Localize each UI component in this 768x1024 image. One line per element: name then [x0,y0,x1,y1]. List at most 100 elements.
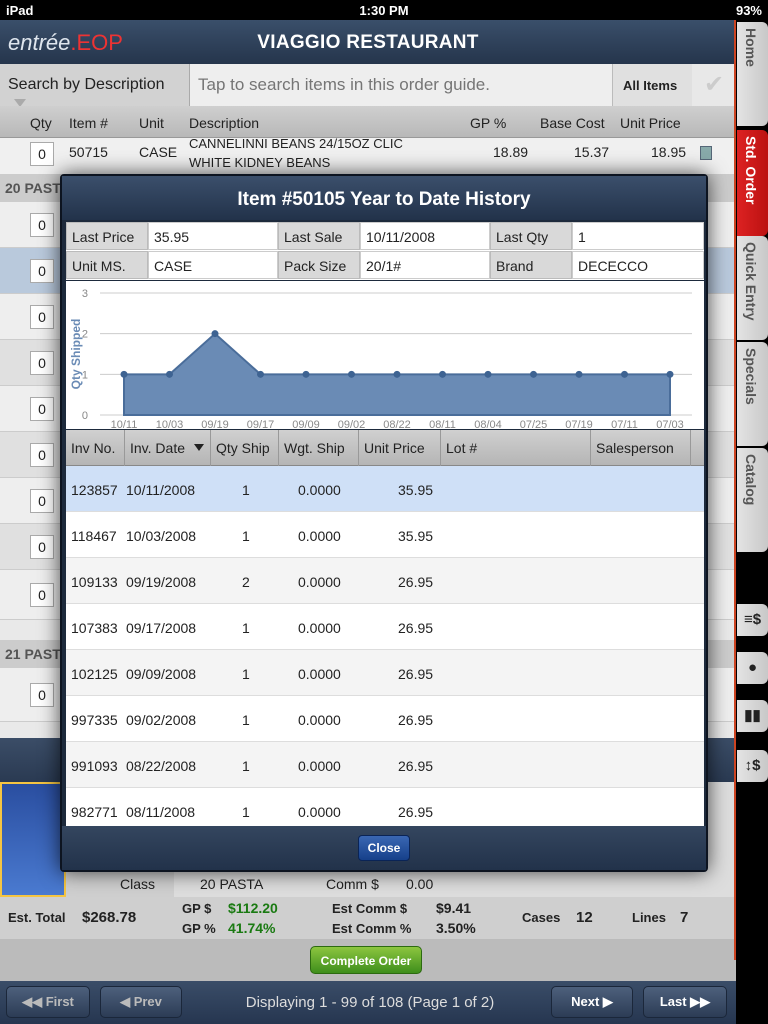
notes-icon[interactable] [700,146,712,160]
fast-forward-icon: ▶▶ [690,994,711,1009]
col-description[interactable]: Description [189,115,259,131]
col-unit-price[interactable]: Unit Price [364,440,425,456]
qty-ship-cell: 1 [242,712,250,728]
last-page-button[interactable]: Last ▶▶ [643,986,727,1018]
tab-std-order[interactable]: Std. Order [737,130,768,236]
wgt-ship-cell: 0.0000 [298,712,341,728]
col-inv-no[interactable]: Inv No. [71,440,115,456]
data-point [393,370,401,378]
col-item[interactable]: Item # [69,115,108,131]
table-row[interactable]: 991093 08/22/2008 1 0.0000 26.95 [66,742,704,788]
clock-icon[interactable]: ● [737,652,768,684]
qty-input[interactable]: 0 [30,489,54,513]
brand-value: DECECCO [572,251,704,279]
item-number: 50715 [69,144,108,160]
search-by-dropdown[interactable]: Search by Description [0,64,190,107]
chevron-right-icon: ▶ [602,994,613,1009]
col-gp[interactable]: GP % [470,115,506,131]
gp-dollar-value: $112.20 [228,900,278,916]
next-page-button[interactable]: Next ▶ [551,986,633,1018]
check-icon[interactable]: ✔ [692,64,736,106]
qty-input[interactable]: 0 [30,397,54,421]
col-qty[interactable]: Qty [30,115,52,131]
lines-value: 7 [680,909,689,926]
qty-input[interactable]: 0 [30,443,54,467]
all-items-filter[interactable]: All Items [612,64,692,106]
unit-price-cell: 26.95 [398,804,434,820]
col-inv-date[interactable]: Inv. Date [130,440,185,456]
tab-home[interactable]: Home [737,22,768,126]
col-unit[interactable]: Unit [139,115,164,131]
tab-quick-entry[interactable]: Quick Entry [737,236,768,340]
last-price-label: Last Price [66,222,148,250]
inv-date-cell: 09/02/2008 [126,712,197,728]
qty-ship-cell: 1 [242,758,250,774]
qty-ship-cell: 1 [242,528,250,544]
table-row[interactable]: 123857 10/11/2008 1 0.0000 35.95 [66,466,704,512]
col-salesperson[interactable]: Salesperson [596,440,674,456]
unit-price-cell: 26.95 [398,666,434,682]
table-row[interactable]: 107383 09/17/2008 1 0.0000 26.95 [66,604,704,650]
sort-desc-icon[interactable] [194,444,204,451]
last-sale-label: Last Sale [278,222,360,250]
table-row[interactable]: 118467 10/03/2008 1 0.0000 35.95 [66,512,704,558]
qty-input[interactable]: 0 [30,535,54,559]
est-total-label: Est. Total [8,910,66,925]
qty-shipped-chart: 0 1 2 3 10/11 10/03 09/19 09/17 09/09 09/02 08/22 0… [66,281,704,431]
comm-label: Comm $ [326,876,379,892]
pager: ◀◀ First ◀ Prev Displaying 1 - 99 of 108… [0,981,736,1024]
wgt-ship-cell: 0.0000 [298,528,341,544]
wgt-ship-cell: 0.0000 [298,620,341,636]
col-lot[interactable]: Lot # [446,440,477,456]
pack-size-label: Pack Size [278,251,360,279]
close-button[interactable]: Close [358,835,410,861]
y-axis-label: Qty Shipped [69,319,83,390]
sort-price-icon[interactable]: ↕$ [737,750,768,782]
price-list-icon[interactable]: ≡$ [737,604,768,636]
col-base-cost[interactable]: Base Cost [540,115,605,131]
qty-input[interactable]: 0 [30,305,54,329]
qty-input[interactable]: 0 [30,583,54,607]
complete-bar: Complete Order [0,939,736,981]
class-row: Class 20 PASTA Comm $ 0.00 [66,872,536,897]
gp-percent: 18.89 [493,144,529,160]
qty-input[interactable]: 0 [30,683,54,707]
table-row[interactable]: 109133 09/19/2008 2 0.0000 26.95 [66,558,704,604]
unit-price-cell: 26.95 [398,574,434,590]
class-value: 20 PASTA [196,872,320,897]
search-bar: Search by Description All Items ✔ [0,64,736,107]
qty-input[interactable]: 0 [30,259,54,283]
inv-no-cell: 982771 [71,804,118,820]
gp-pct-label: GP % [182,921,216,936]
tab-catalog[interactable]: Catalog [737,448,768,552]
page-info: Displaying 1 - 99 of 108 (Page 1 of 2) [245,994,495,1011]
qty-input[interactable]: 0 [30,213,54,237]
qty-input[interactable]: 0 [30,351,54,375]
unit-price-cell: 35.95 [398,528,434,544]
table-row[interactable]: 0 50715 CASE CANNELINNI BEANS 24/15OZ CL… [0,136,736,174]
qty-ship-cell: 2 [242,574,250,590]
complete-order-button[interactable]: Complete Order [310,946,422,974]
est-comm-pct-value: 3.50% [436,920,476,936]
tab-specials[interactable]: Specials [737,342,768,446]
data-point [484,370,492,378]
first-page-button[interactable]: ◀◀ First [6,986,90,1018]
x-tick-label: 08/04 [474,419,502,429]
search-input[interactable] [190,64,612,106]
table-row[interactable]: 102125 09/09/2008 1 0.0000 26.95 [66,650,704,696]
last-sale-value: 10/11/2008 [360,222,490,250]
x-tick-label: 09/09 [292,419,320,429]
col-unit-price[interactable]: Unit Price [620,115,681,131]
unit-price-cell: 26.95 [398,758,434,774]
data-point [302,370,310,378]
prev-page-button[interactable]: ◀ Prev [100,986,182,1018]
inv-no-cell: 118467 [71,528,117,544]
qty-input[interactable]: 0 [30,142,54,166]
table-row[interactable]: 997335 09/02/2008 1 0.0000 26.95 [66,696,704,742]
table-row[interactable]: 982771 08/11/2008 1 0.0000 26.95 [66,788,704,826]
wgt-ship-cell: 0.0000 [298,804,341,820]
bar-chart-icon[interactable]: ▮▮ [737,700,768,732]
col-wgt-ship[interactable]: Wgt. Ship [284,440,345,456]
last-price-value: 35.95 [148,222,278,250]
col-qty-ship[interactable]: Qty Ship [216,440,270,456]
